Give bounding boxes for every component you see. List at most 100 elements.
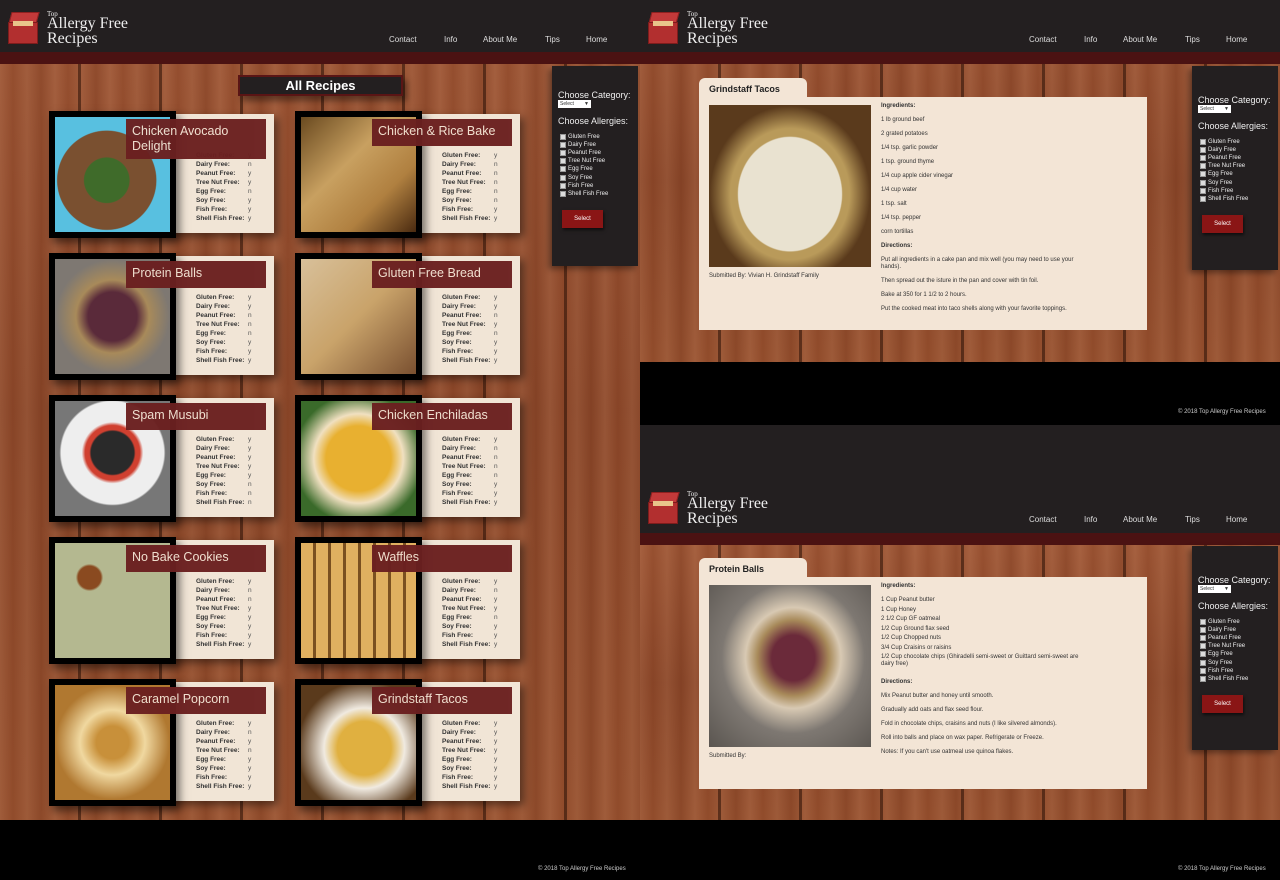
recipe-name[interactable]: Gluten Free Bread (372, 261, 512, 288)
nav-about-me[interactable]: About Me (483, 35, 517, 44)
checkbox-label: Shell Fish Free (1208, 675, 1249, 682)
site-logo[interactable]: Top Allergy Free Recipes (648, 8, 778, 48)
checkbox[interactable] (1200, 619, 1206, 625)
nav-tips[interactable]: Tips (545, 35, 560, 44)
select-button[interactable]: Select (1202, 695, 1243, 713)
site-logo[interactable]: Top Allergy Free Recipes (648, 488, 778, 528)
allergy-checkbox-item[interactable]: Soy Free (560, 174, 592, 181)
allergy-checkbox-item[interactable]: Dairy Free (1200, 627, 1236, 634)
allergen-row: Fish Free: y (196, 347, 252, 356)
allergy-checkbox-item[interactable]: Shell Fish Free (560, 190, 608, 197)
allergy-checkbox-item[interactable]: Fish Free (1200, 187, 1233, 194)
nav-tips[interactable]: Tips (1185, 35, 1200, 44)
nav-home[interactable]: Home (1226, 515, 1247, 524)
allergy-checkbox-item[interactable]: Gluten Free (1200, 619, 1240, 625)
checkbox[interactable] (560, 190, 566, 197)
category-select[interactable]: Select ▼ (558, 100, 591, 108)
checkbox[interactable] (1200, 187, 1206, 194)
checkbox[interactable] (560, 174, 566, 181)
checkbox[interactable] (1200, 179, 1206, 186)
checkbox[interactable] (1200, 139, 1206, 145)
allergen-list: Gluten Free: y Dairy Free: y Peanut Free: y Tr… (442, 719, 497, 791)
directions-heading: Directions: (881, 679, 913, 685)
checkbox[interactable] (560, 134, 566, 140)
recipe-name[interactable]: Waffles (372, 545, 512, 572)
allergy-checkbox-item[interactable]: Egg Free (1200, 651, 1233, 658)
nav-contact[interactable]: Contact (1029, 35, 1057, 44)
allergy-checkbox-item[interactable]: Tree Nut Free (1200, 163, 1245, 170)
checkbox[interactable] (1200, 659, 1206, 666)
checkbox[interactable] (560, 182, 566, 189)
checkbox[interactable] (1200, 651, 1206, 658)
allergen-value: n (494, 197, 498, 204)
checkbox[interactable] (560, 150, 566, 157)
recipe-name[interactable]: Chicken Enchiladas (372, 403, 512, 430)
recipe-name[interactable]: Protein Balls (126, 261, 266, 288)
allergy-checkbox-item[interactable]: Dairy Free (560, 142, 597, 149)
checkbox[interactable] (1200, 155, 1206, 162)
allergy-checkbox-item[interactable]: Egg Free (1200, 171, 1233, 178)
checkbox[interactable] (1200, 195, 1206, 202)
allergy-checkbox-item[interactable]: Tree Nut Free (560, 158, 605, 165)
checkbox[interactable] (560, 158, 566, 165)
allergy-checkbox-item[interactable]: Gluten Free (560, 134, 600, 140)
allergy-checkbox-item[interactable]: Gluten Free (1200, 139, 1240, 145)
checkbox[interactable] (1200, 163, 1206, 170)
nav-info[interactable]: Info (1084, 35, 1097, 44)
recipe-name[interactable]: Chicken Avocado Delight (126, 119, 266, 159)
recipe-card[interactable]: Gluten Free:yDairy Free:nPeanut Free:yTr… (49, 111, 274, 238)
nav-info[interactable]: Info (444, 35, 457, 44)
nav-home[interactable]: Home (1226, 35, 1247, 44)
allergy-checkbox-item[interactable]: Dairy Free (1200, 147, 1236, 154)
recipe-name[interactable]: No Bake Cookies (126, 545, 266, 572)
nav-contact[interactable]: Contact (1029, 515, 1057, 524)
recipe-card[interactable]: Gluten Free:yDairy Free:nPeanut Free:yTr… (295, 537, 520, 664)
allergy-checkbox-item[interactable]: Egg Free (560, 166, 593, 173)
recipe-name[interactable]: Chicken & Rice Bake (372, 119, 512, 146)
select-button[interactable]: Select (1202, 215, 1243, 233)
checkbox[interactable] (1200, 667, 1206, 674)
allergy-checkbox-item[interactable]: Fish Free (1200, 667, 1233, 674)
recipe-card[interactable]: Gluten Free: y Dairy Free: y Peanut Free: n Tr… (295, 253, 520, 380)
checkbox[interactable] (1200, 171, 1206, 178)
recipe-card[interactable]: Gluten Free: y Dairy Free: y Peanut Free: y Tr… (295, 679, 520, 806)
recipe-card[interactable]: Gluten Free:yDairy Free:nPeanut Free:yTr… (49, 679, 274, 806)
nav-info[interactable]: Info (1084, 515, 1097, 524)
allergy-checkbox-item[interactable]: Shell Fish Free (1200, 195, 1248, 202)
recipe-card[interactable]: Gluten Free: y Dairy Free: n Peanut Free: n Tr… (295, 111, 520, 238)
checkbox[interactable] (1200, 627, 1206, 634)
checkbox[interactable] (560, 142, 566, 149)
checkbox[interactable] (1200, 635, 1206, 642)
checkbox[interactable] (1200, 675, 1206, 682)
allergy-checkbox-item[interactable]: Peanut Free (1200, 635, 1241, 642)
allergy-checkbox-item[interactable]: Tree Nut Free (1200, 643, 1245, 650)
allergy-checkbox-item[interactable]: Soy Free (1200, 659, 1232, 666)
allergen-row: Fish Free: y (442, 205, 498, 214)
recipe-name[interactable]: Spam Musubi (126, 403, 266, 430)
checkbox[interactable] (1200, 643, 1206, 650)
recipe-card[interactable]: Gluten Free: y Dairy Free: y Peanut Free: n Tr… (49, 253, 274, 380)
allergy-checkbox-item[interactable]: Peanut Free (1200, 155, 1241, 162)
allergy-checkbox-item[interactable]: Peanut Free (560, 150, 601, 157)
nav-home[interactable]: Home (586, 35, 607, 44)
category-select[interactable]: Select ▼ (1198, 585, 1231, 593)
checkbox[interactable] (560, 166, 566, 173)
allergy-checkbox-item[interactable]: Fish Free (560, 182, 593, 189)
checkbox-label: Dairy Free (568, 142, 597, 149)
allergy-checkbox-item[interactable]: Soy Free (1200, 179, 1232, 186)
nav-contact[interactable]: Contact (389, 35, 417, 44)
category-select[interactable]: Select ▼ (1198, 105, 1231, 113)
recipe-name[interactable]: Caramel Popcorn (126, 687, 266, 714)
site-logo[interactable]: Top Allergy Free Recipes (8, 8, 138, 48)
checkbox[interactable] (1200, 147, 1206, 154)
allergy-checkbox-item[interactable]: Shell Fish Free (1200, 675, 1249, 682)
allergen-row: Dairy Free: y (196, 302, 252, 311)
recipe-card[interactable]: Gluten Free: y Dairy Free: n Peanut Free: n Tr… (49, 537, 274, 664)
nav-about-me[interactable]: About Me (1123, 35, 1157, 44)
recipe-card[interactable]: Gluten Free: y Dairy Free: y Peanut Free: y Tr… (49, 395, 274, 522)
nav-about-me[interactable]: About Me (1123, 515, 1157, 524)
recipe-name[interactable]: Grindstaff Tacos (372, 687, 512, 714)
recipe-card[interactable]: Gluten Free: y Dairy Free: n Peanut Free: n Tr… (295, 395, 520, 522)
nav-tips[interactable]: Tips (1185, 515, 1200, 524)
select-button[interactable]: Select (562, 210, 603, 228)
